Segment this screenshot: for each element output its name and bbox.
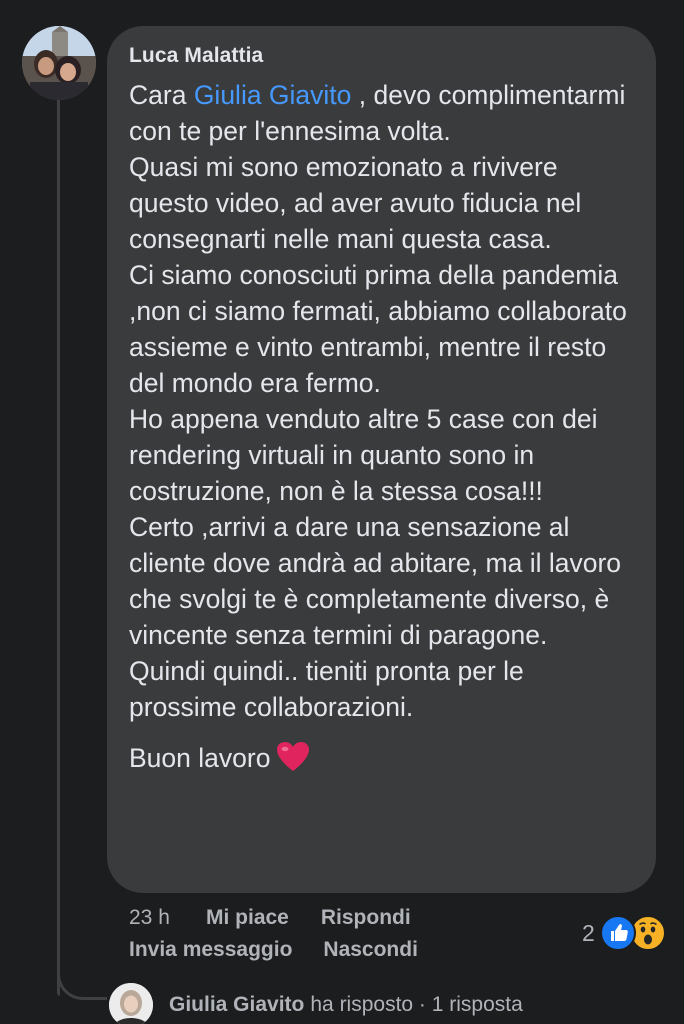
like-button[interactable]: Mi piace xyxy=(206,902,289,934)
mention-link[interactable]: Giulia Giavito xyxy=(194,80,352,110)
thread-connector-curve xyxy=(57,960,107,1000)
thread-connector-line xyxy=(57,96,60,996)
commenter-avatar-image xyxy=(22,26,96,100)
commenter-avatar[interactable] xyxy=(22,26,96,100)
reply-summary-text[interactable]: ha risposto · 1 risposta xyxy=(310,993,522,1017)
comment-actions: 23 h Mi piace Rispondi Invia messaggio N… xyxy=(129,902,418,966)
comment-bubble: Luca Malattia Cara Giulia Giavito , devo… xyxy=(107,26,656,893)
comment-timestamp[interactable]: 23 h xyxy=(129,902,206,934)
red-heart-icon xyxy=(276,741,310,773)
replies-summary[interactable]: Giulia Giavito ha risposto · 1 risposta xyxy=(109,983,523,1024)
comment-paragraph: Quindi quindi.. tieniti pronta per le pr… xyxy=(129,656,524,722)
reply-button[interactable]: Rispondi xyxy=(321,902,411,934)
comment-signoff: Buon lavoro xyxy=(129,743,271,773)
comment-author-name[interactable]: Luca Malattia xyxy=(129,43,634,69)
comment-intro-line: Cara Giulia Giavito , devo complimentarm… xyxy=(129,77,634,149)
comment-thread: Luca Malattia Cara Giulia Giavito , devo… xyxy=(0,0,684,1024)
reply-author-name[interactable]: Giulia Giavito xyxy=(169,993,304,1017)
comment-paragraph: Ci siamo conosciuti prima della pandemia… xyxy=(129,260,627,398)
reply-author-avatar xyxy=(109,983,153,1024)
comment-paragraph: Certo ,arrivi a dare una sensazione al c… xyxy=(129,512,622,650)
reaction-count: 2 xyxy=(582,919,595,946)
comment-body: Cara Giulia Giavito , devo complimentarm… xyxy=(129,77,634,776)
comment-paragraph: Quasi mi sono emozionato a rivivere ques… xyxy=(129,152,582,254)
hide-button[interactable]: Nascondi xyxy=(323,934,418,966)
comment-signoff-line: Buon lavoro xyxy=(129,740,634,776)
comment-paragraph: Ho appena venduto altre 5 case con dei r… xyxy=(129,404,598,506)
comment-intro-prefix: Cara xyxy=(129,80,194,110)
reactions-summary[interactable]: 2 xyxy=(582,915,666,951)
send-message-button[interactable]: Invia messaggio xyxy=(129,934,292,966)
like-icon xyxy=(599,915,636,951)
